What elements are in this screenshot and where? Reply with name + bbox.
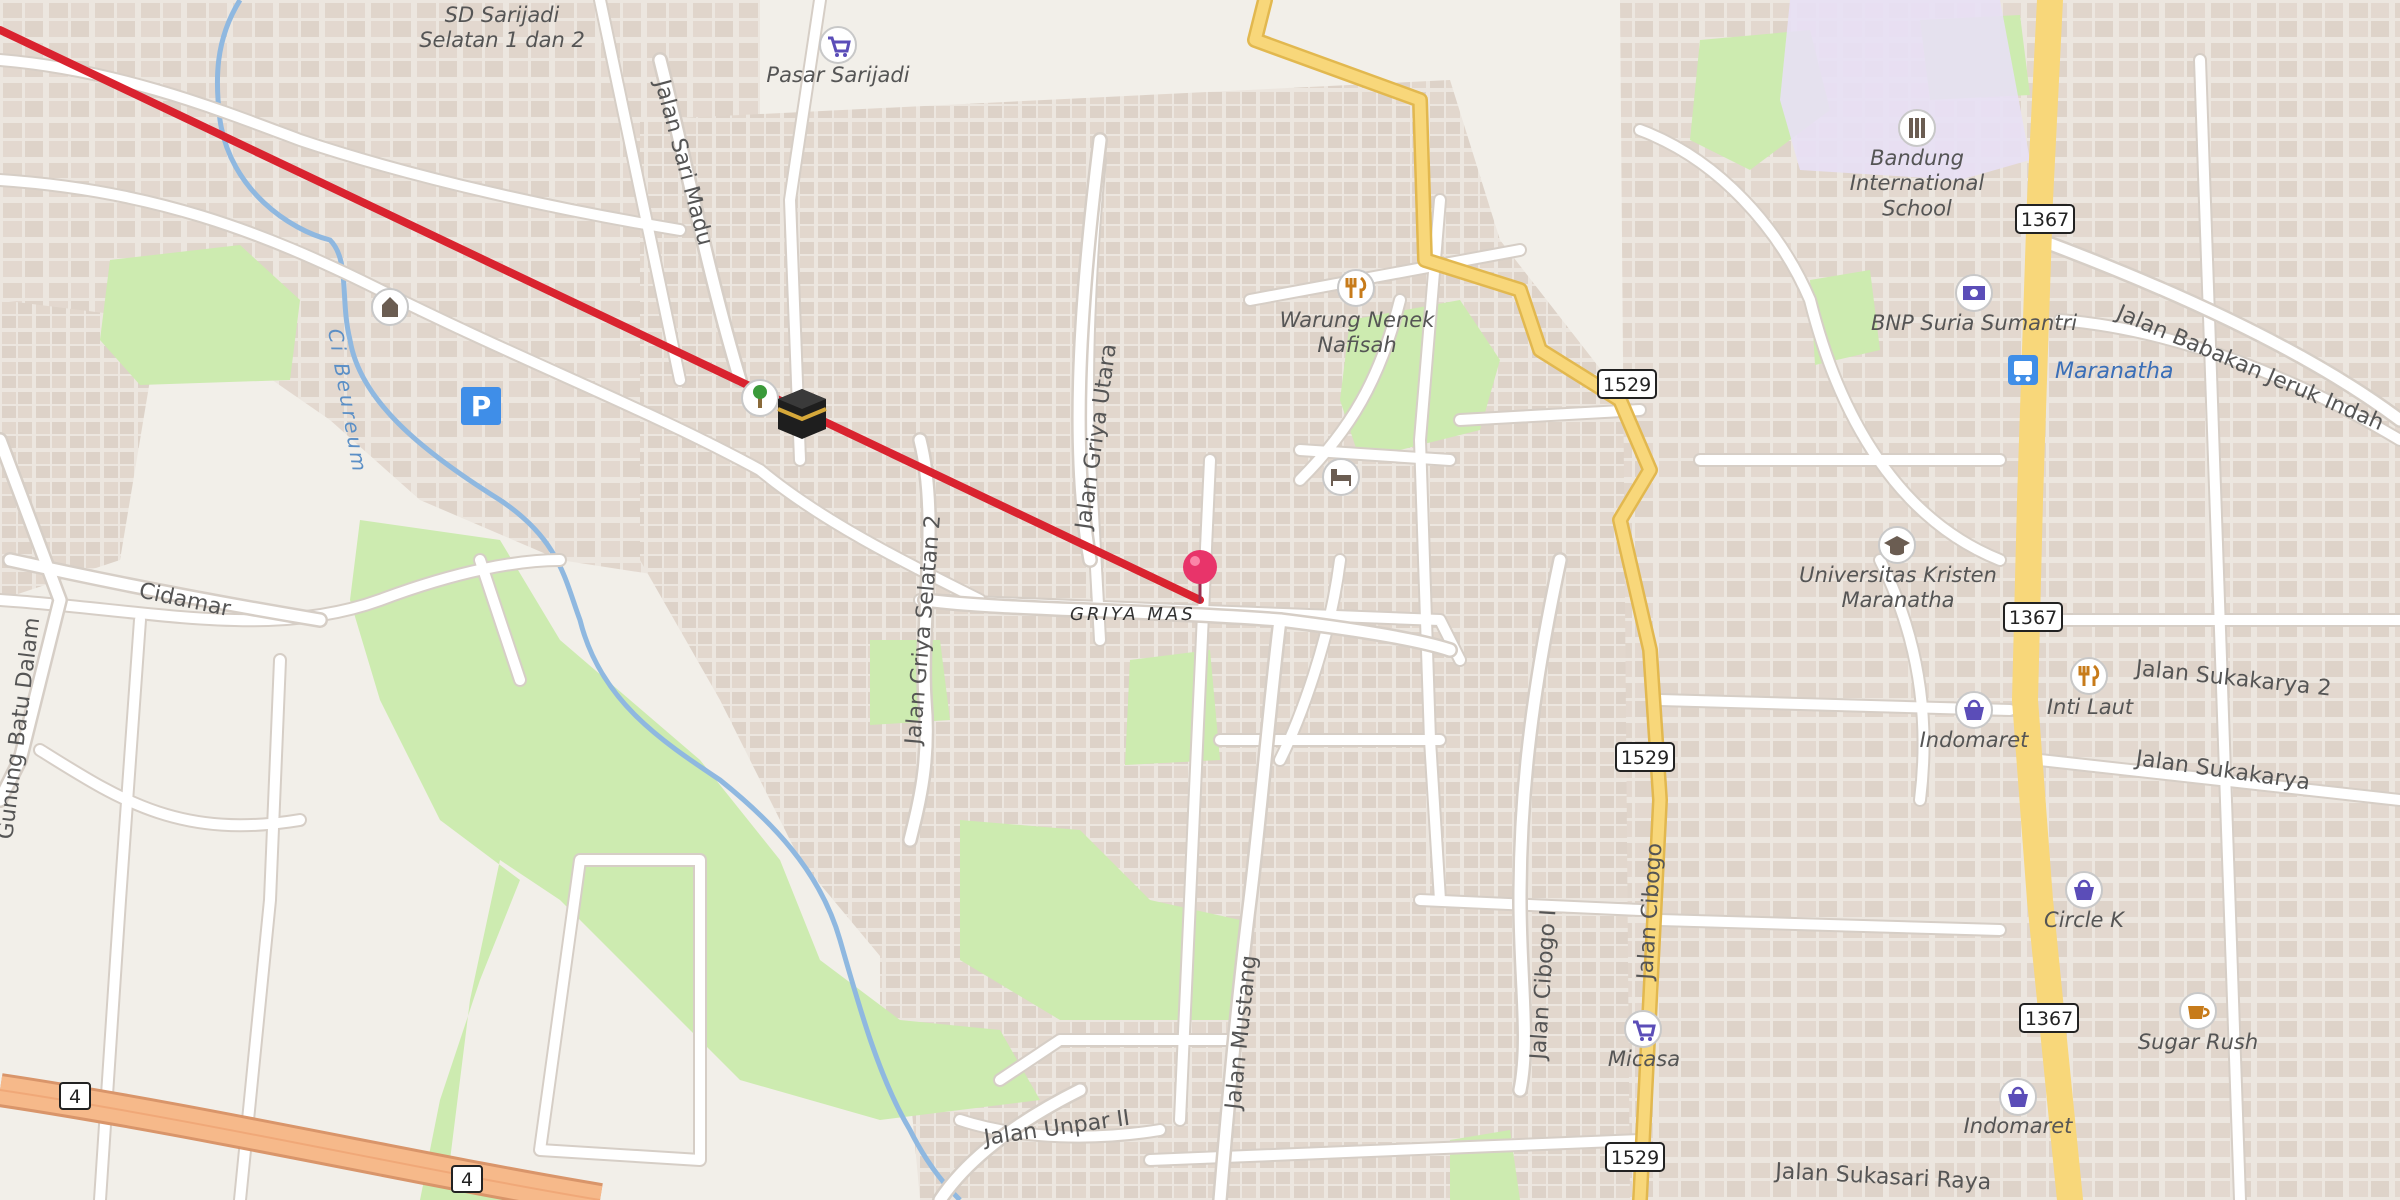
school-icon [1898,109,1936,147]
route-shield: 4 [59,1082,91,1110]
shopping-bag-icon [1955,691,1993,729]
restaurant-icon [1337,269,1375,307]
route-shield: 1367 [2015,204,2075,234]
svg-text:1529: 1529 [1603,374,1651,396]
svg-text:P: P [471,390,492,423]
route-shield: 4 [451,1165,483,1193]
svg-text:1367: 1367 [2009,607,2057,629]
shopping-cart-icon [1624,1010,1662,1048]
bank-icon [1955,274,1993,312]
shopping-cart-icon [819,26,857,64]
label-inti-laut: Inti Laut [2047,695,2134,719]
place-of-worship-icon [371,288,409,326]
route-shield: 1367 [2019,1003,2079,1033]
label-pasar-sarijadi: Pasar Sarijadi [766,63,909,87]
route-shield: 1529 [1605,1142,1665,1172]
hotel-icon [1322,458,1360,496]
label-maranatha-bus: Maranatha [2055,359,2173,384]
svg-text:1529: 1529 [1611,1147,1659,1169]
map-canvas[interactable]: 1367 1367 1367 1529 1529 1529 4 4 Jalan … [0,0,2400,1200]
shopping-bag-icon [2065,871,2103,909]
university-icon [1878,526,1916,564]
svg-text:1367: 1367 [2025,1008,2073,1030]
svg-text:4: 4 [69,1086,81,1108]
label-bnp: BNP Suria Sumantri [1871,311,2077,335]
svg-text:1367: 1367 [2021,209,2069,231]
svg-text:1529: 1529 [1621,747,1669,769]
svg-text:4: 4 [461,1169,473,1191]
kaaba-icon [777,389,827,439]
label-circle-k: Circle K [2044,908,2126,932]
label-micasa: Micasa [1608,1047,1680,1071]
shopping-bag-icon [1999,1078,2037,1116]
street-label-griya-mas: GRIYA MAS [1070,604,1196,625]
label-indomaret-2: Indomaret [1964,1114,2074,1138]
label-indomaret-1: Indomaret [1920,728,2030,752]
route-shield: 1367 [2003,602,2063,632]
bus-stop-icon [2008,355,2038,385]
restaurant-icon [2070,657,2108,695]
label-sugar-rush: Sugar Rush [2138,1030,2258,1054]
route-shield: 1529 [1597,369,1657,399]
tree-icon [741,379,779,417]
parking-icon: P [461,387,501,425]
route-shield: 1529 [1615,742,1675,772]
cafe-icon [2179,992,2217,1030]
